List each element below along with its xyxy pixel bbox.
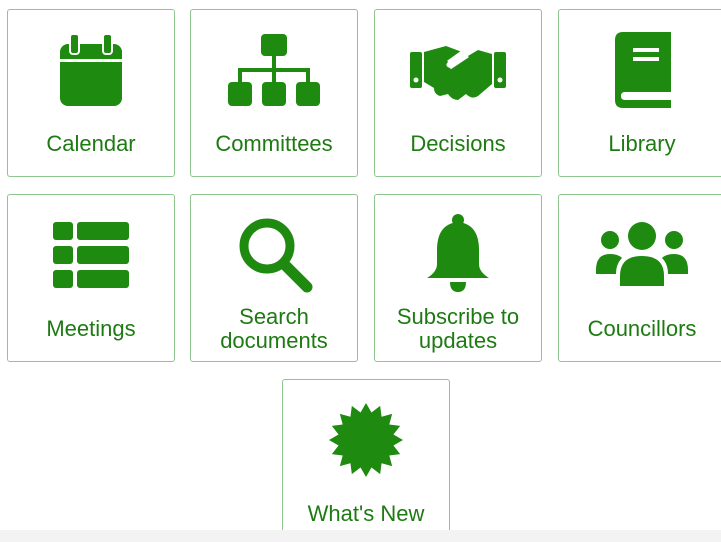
tile-search-documents[interactable]: Search documents [190, 194, 358, 362]
handshake-icon [410, 46, 506, 100]
tile-label: Decisions [410, 131, 506, 156]
tile-label: Subscribe to updates [396, 304, 520, 353]
tile-calendar[interactable]: Calendar [7, 9, 175, 177]
search-icon [239, 218, 313, 293]
tile-whats-new[interactable]: What's New [282, 379, 450, 542]
tile-subscribe[interactable]: Subscribe to updates [374, 194, 542, 362]
tile-committees[interactable]: Committees [190, 9, 358, 177]
tile-label: Committees [215, 131, 333, 156]
tile-label: Search documents [220, 304, 328, 353]
tile-councillors[interactable]: Councillors [558, 194, 721, 362]
portal-page: Calendar Committees Decisions Library Me… [0, 0, 721, 542]
tile-label: Calendar [46, 131, 136, 156]
bell-icon [427, 214, 489, 292]
tile-label: Meetings [46, 316, 136, 341]
tile-label: Councillors [587, 316, 697, 341]
starburst-icon [329, 403, 403, 477]
page-footer-strip [0, 530, 721, 542]
book-icon [615, 32, 671, 108]
list-icon [53, 222, 129, 288]
org-chart-icon [228, 34, 320, 106]
users-icon [596, 222, 688, 286]
tile-label: Library [608, 131, 676, 156]
calendar-icon [60, 33, 122, 106]
tile-library[interactable]: Library [558, 9, 721, 177]
tile-meetings[interactable]: Meetings [7, 194, 175, 362]
tile-decisions[interactable]: Decisions [374, 9, 542, 177]
